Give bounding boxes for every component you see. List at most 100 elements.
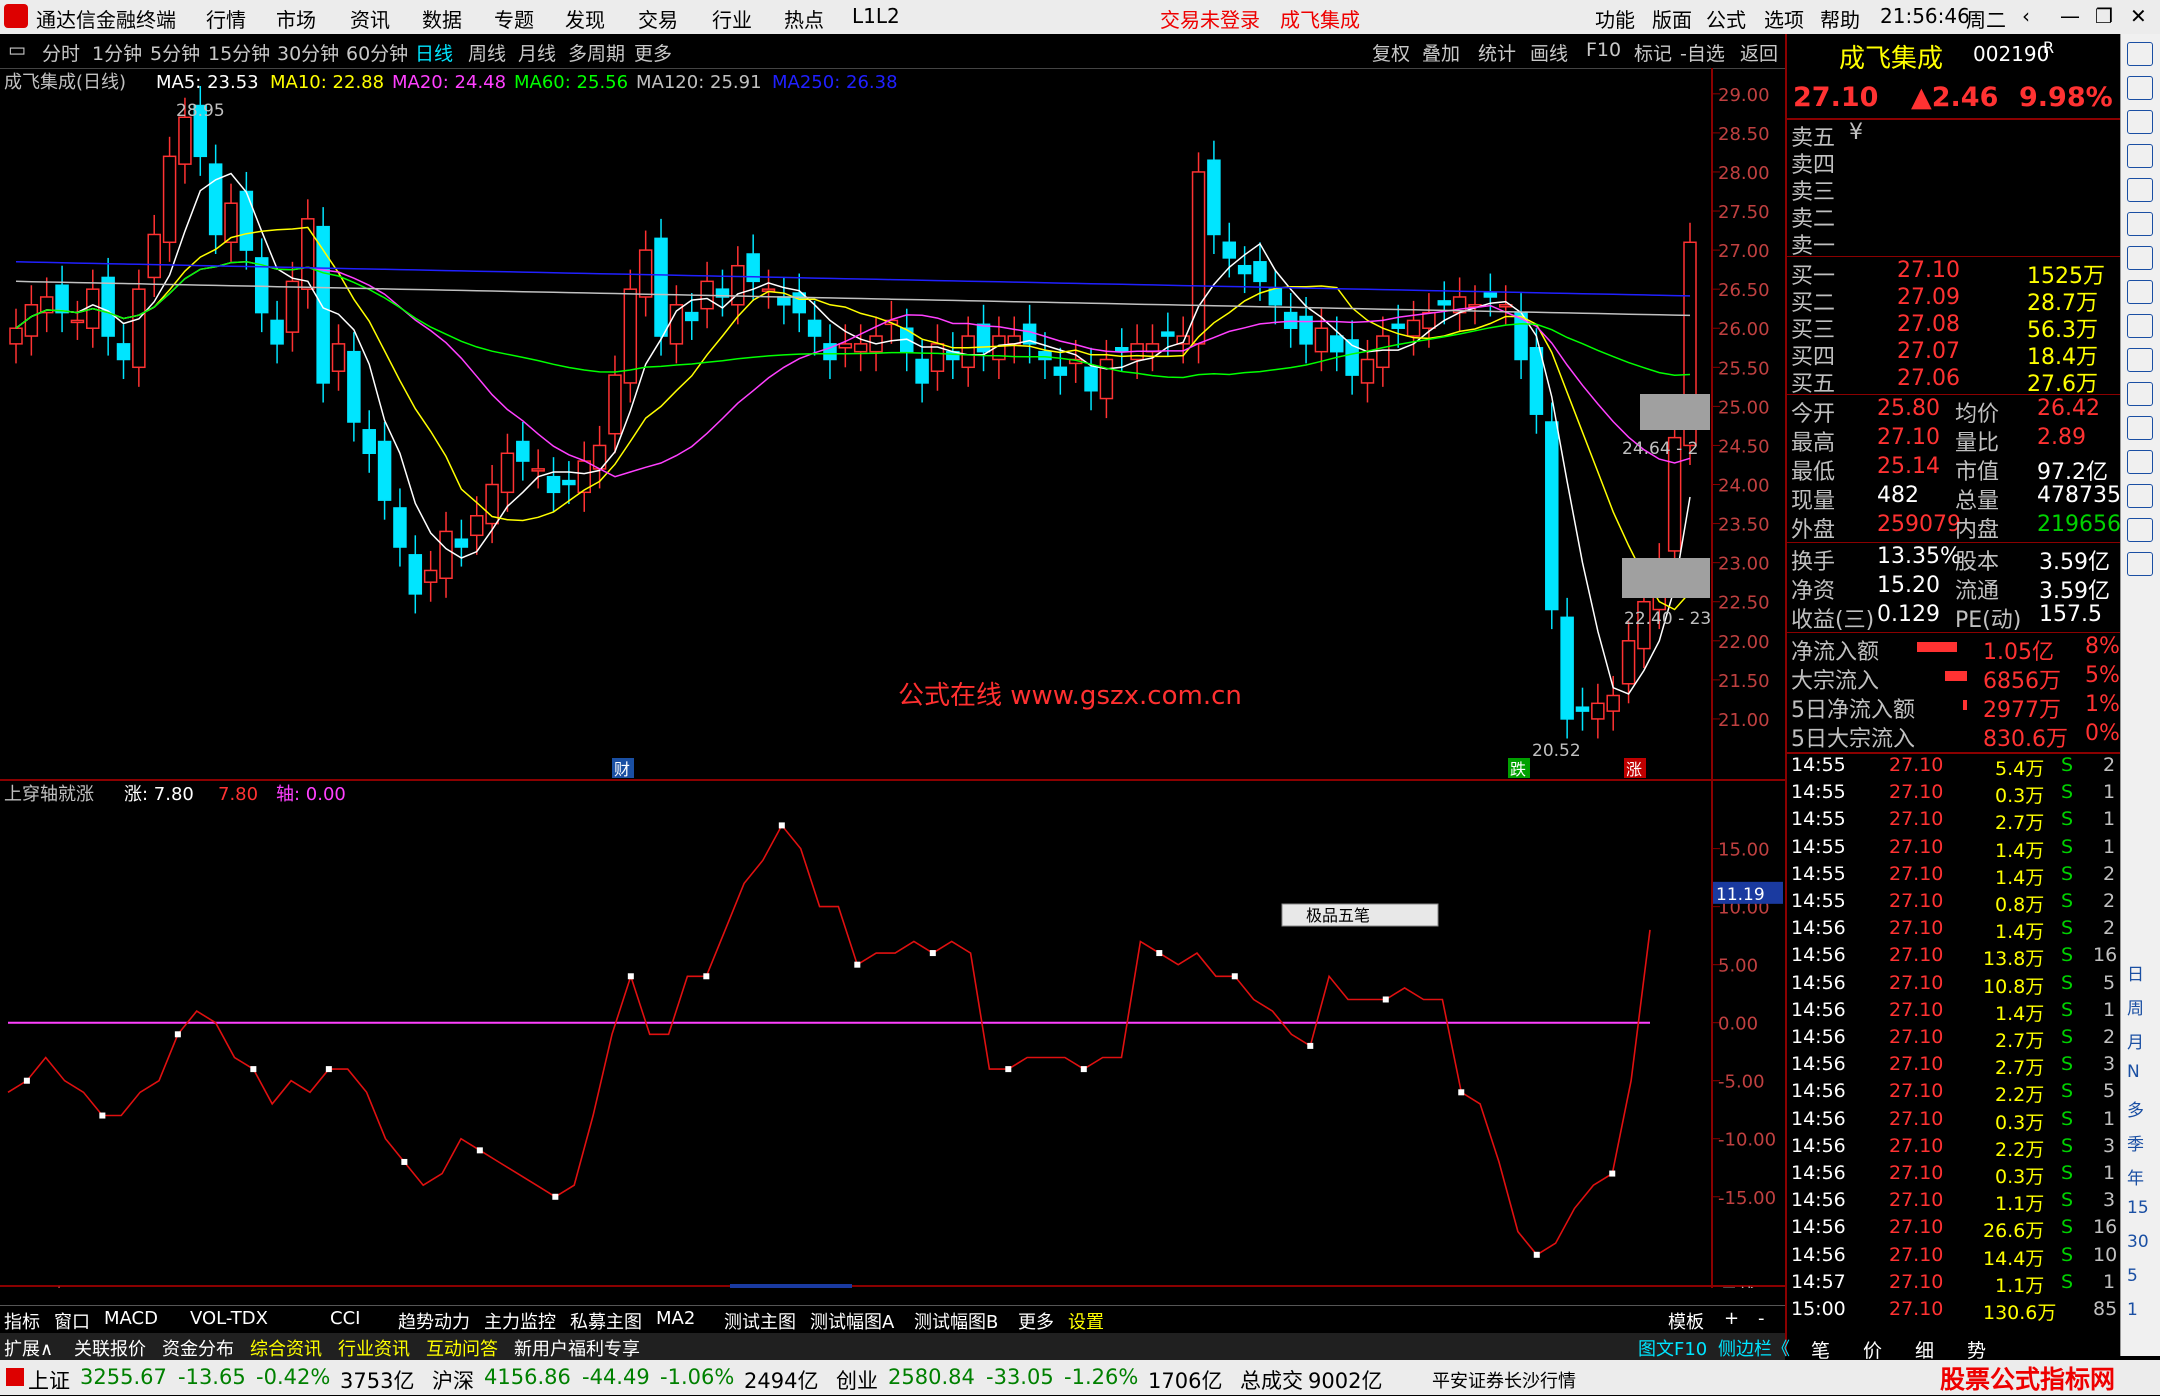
- indicator-tab-11[interactable]: 测试幅图B: [914, 1308, 998, 1334]
- sidebar-toggle[interactable]: 侧边栏《: [1718, 1335, 1790, 1361]
- indicator-tab-0[interactable]: 指标: [4, 1308, 40, 1334]
- side-tool-icon[interactable]: [2127, 552, 2153, 576]
- quote-tab-3[interactable]: 势: [1967, 1336, 1986, 1363]
- minimize-icon[interactable]: —: [2060, 4, 2080, 28]
- side-tool-icon[interactable]: [2127, 212, 2153, 236]
- bottom-right-2[interactable]: -: [1758, 1308, 1765, 1329]
- side-period-0[interactable]: 日: [2127, 960, 2144, 985]
- bottom-right-1[interactable]: +: [1724, 1308, 1739, 1329]
- period-tab-1[interactable]: 1分钟: [92, 39, 142, 66]
- chart-area[interactable]: 29.00 28.50 28.00 27.50 27.00 26.50 26.00 25.50…: [0, 68, 1785, 1288]
- quote-tab-0[interactable]: 笔: [1811, 1336, 1830, 1363]
- indicator-tab-3[interactable]: VOL-TDX: [190, 1308, 268, 1329]
- menu-item-5[interactable]: 发现: [565, 4, 605, 33]
- side-period-1[interactable]: 周: [2127, 994, 2144, 1019]
- bottom-right-0[interactable]: 模板: [1668, 1308, 1704, 1334]
- info-tab-2[interactable]: 资金分布: [162, 1335, 234, 1361]
- menu-item-1[interactable]: 市场: [276, 4, 316, 33]
- side-tool-icon[interactable]: [2127, 382, 2153, 406]
- side-tool-icon[interactable]: [2127, 42, 2153, 66]
- back-icon[interactable]: ‹: [2022, 4, 2030, 28]
- right-menu-1[interactable]: 版面: [1652, 4, 1692, 33]
- period-tab-2[interactable]: 5分钟: [150, 39, 200, 66]
- tool-1[interactable]: 叠加: [1422, 39, 1460, 66]
- info-tab-3[interactable]: 综合资讯: [250, 1335, 322, 1361]
- tick-time-1: 14:55: [1791, 781, 1846, 804]
- side-tool-icon[interactable]: [2127, 450, 2153, 474]
- menu-item-2[interactable]: 资讯: [350, 4, 390, 33]
- indicator-tab-9[interactable]: 测试主图: [724, 1308, 796, 1334]
- trade-notice[interactable]: 交易未登录: [1160, 4, 1260, 33]
- collapse-icon[interactable]: ▭: [8, 39, 26, 61]
- side-tool-icon[interactable]: [2127, 416, 2153, 440]
- indicator-tab-10[interactable]: 测试幅图A: [810, 1308, 894, 1334]
- side-period-6[interactable]: 年: [2127, 1164, 2144, 1189]
- side-period-2[interactable]: 月: [2127, 1028, 2144, 1053]
- indicator-tab-5[interactable]: 趋势动力: [398, 1308, 470, 1334]
- indicator-tab-13[interactable]: 设置: [1068, 1308, 1104, 1334]
- period-tab-5[interactable]: 60分钟: [346, 39, 408, 66]
- menu-item-0[interactable]: 行情: [206, 4, 246, 33]
- tool-0[interactable]: 复权: [1372, 39, 1410, 66]
- notice-stock[interactable]: 成飞集成: [1280, 4, 1360, 33]
- quote-tab-1[interactable]: 价: [1863, 1336, 1882, 1363]
- side-tool-icon[interactable]: [2127, 518, 2153, 542]
- side-tool-icon[interactable]: [2127, 76, 2153, 100]
- side-tool-icon[interactable]: [2127, 178, 2153, 202]
- tool-4[interactable]: F10: [1586, 39, 1621, 61]
- side-period-5[interactable]: 季: [2127, 1130, 2144, 1155]
- indicator-tab-4[interactable]: CCI: [330, 1308, 360, 1329]
- quote-tab-2[interactable]: 细: [1915, 1336, 1934, 1363]
- indicator-tab-12[interactable]: 更多: [1018, 1308, 1054, 1334]
- tool-3[interactable]: 画线: [1530, 39, 1568, 66]
- period-tab-7[interactable]: 周线: [468, 39, 506, 66]
- period-tab-0[interactable]: 分时: [42, 39, 80, 66]
- menu-item-9[interactable]: L1L2: [852, 4, 900, 28]
- side-tool-icon[interactable]: [2127, 280, 2153, 304]
- tool-7[interactable]: 返回: [1740, 39, 1778, 66]
- side-period-9[interactable]: 5: [2127, 1266, 2138, 1286]
- menu-item-3[interactable]: 数据: [422, 4, 462, 33]
- menu-item-4[interactable]: 专题: [494, 4, 534, 33]
- side-tool-icon[interactable]: [2127, 484, 2153, 508]
- period-tab-4[interactable]: 30分钟: [277, 39, 339, 66]
- indicator-tab-7[interactable]: 私募主图: [570, 1308, 642, 1334]
- right-menu-0[interactable]: 功能: [1595, 4, 1635, 33]
- right-menu-2[interactable]: 公式: [1706, 4, 1746, 33]
- side-period-7[interactable]: 15: [2127, 1198, 2149, 1218]
- side-tool-icon[interactable]: [2127, 348, 2153, 372]
- f10-link[interactable]: 图文F10: [1638, 1335, 1707, 1361]
- indicator-tab-2[interactable]: MACD: [104, 1308, 158, 1329]
- side-tool-icon[interactable]: [2127, 314, 2153, 338]
- period-tab-8[interactable]: 月线: [518, 39, 556, 66]
- side-period-10[interactable]: 1: [2127, 1300, 2138, 1320]
- info-tab-6[interactable]: 新用户福利专享: [514, 1335, 640, 1361]
- side-tool-icon[interactable]: [2127, 246, 2153, 270]
- side-period-8[interactable]: 30: [2127, 1232, 2149, 1252]
- restore-icon[interactable]: ❐: [2095, 4, 2113, 28]
- menu-item-6[interactable]: 交易: [638, 4, 678, 33]
- right-menu-3[interactable]: 选项: [1764, 4, 1804, 33]
- period-tab-10[interactable]: 更多: [634, 39, 672, 66]
- menu-item-7[interactable]: 行业: [712, 4, 752, 33]
- indicator-tab-1[interactable]: 窗口: [54, 1308, 90, 1334]
- close-icon[interactable]: ✕: [2130, 4, 2147, 28]
- indicator-tab-6[interactable]: 主力监控: [484, 1308, 556, 1334]
- period-tab-3[interactable]: 15分钟: [208, 39, 270, 66]
- side-period-3[interactable]: N: [2127, 1062, 2140, 1082]
- indicator-tab-8[interactable]: MA2: [656, 1308, 695, 1329]
- right-menu-4[interactable]: 帮助: [1820, 4, 1860, 33]
- side-tool-icon[interactable]: [2127, 110, 2153, 134]
- info-tab-5[interactable]: 互动问答: [426, 1335, 498, 1361]
- period-tab-6[interactable]: 日线: [415, 39, 453, 66]
- tool-2[interactable]: 统计: [1478, 39, 1516, 66]
- tool-6[interactable]: -自选: [1680, 39, 1725, 66]
- menu-item-8[interactable]: 热点: [784, 4, 824, 33]
- info-tab-4[interactable]: 行业资讯: [338, 1335, 410, 1361]
- side-tool-icon[interactable]: [2127, 144, 2153, 168]
- info-tab-0[interactable]: 扩展∧: [4, 1335, 53, 1361]
- side-period-4[interactable]: 多: [2127, 1096, 2144, 1121]
- tool-5[interactable]: 标记: [1634, 39, 1672, 66]
- info-tab-1[interactable]: 关联报价: [74, 1335, 146, 1361]
- period-tab-9[interactable]: 多周期: [568, 39, 625, 66]
